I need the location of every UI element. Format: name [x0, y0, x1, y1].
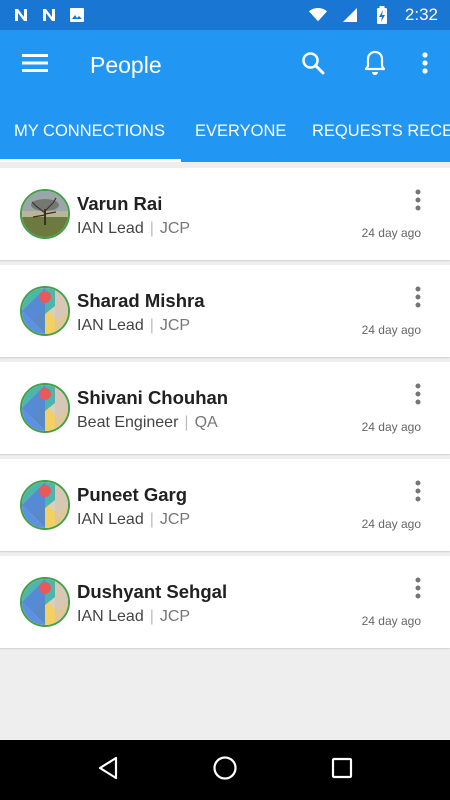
connection-org: JCP	[159, 317, 191, 334]
more-vert-icon	[415, 189, 421, 216]
tree-photo-avatar	[22, 191, 68, 237]
n-notification-icon	[12, 6, 30, 24]
card-menu-button[interactable]	[406, 188, 430, 216]
connection-details: IAN Lead | JCP	[77, 608, 190, 626]
separator: |	[149, 317, 154, 334]
back-button[interactable]	[83, 745, 133, 795]
connection-details: IAN Lead | JCP	[77, 220, 190, 238]
connection-role: IAN Lead	[77, 608, 144, 625]
back-triangle-icon	[97, 756, 119, 785]
connection-name: Varun Rai	[77, 193, 163, 214]
system-navigation-bar	[0, 740, 450, 800]
image-icon	[68, 6, 86, 24]
default-avatar-icon	[22, 385, 68, 431]
status-bar: 2:32	[0, 0, 450, 30]
tab-my-connections[interactable]: MY CONNECTIONS	[14, 100, 165, 162]
connection-org: JCP	[159, 511, 191, 528]
connection-org: JCP	[159, 608, 191, 625]
connection-time: 24 day ago	[361, 517, 421, 531]
battery-charging-icon	[373, 6, 391, 24]
more-vert-icon	[415, 286, 421, 313]
signal-icon	[341, 6, 359, 24]
more-vert-icon	[415, 480, 421, 507]
wifi-icon	[308, 6, 327, 24]
tab-everyone[interactable]: EVERYONE	[195, 100, 286, 162]
avatar	[20, 383, 70, 433]
status-time: 2:32	[404, 5, 438, 24]
tab-bar: MY CONNECTIONS EVERYONE REQUESTS RECEI	[0, 100, 450, 162]
default-avatar-icon	[22, 288, 68, 334]
search-button[interactable]	[282, 30, 344, 100]
app-bar: People	[0, 30, 450, 100]
avatar	[20, 480, 70, 530]
hamburger-menu-icon	[22, 53, 48, 78]
bell-icon	[363, 50, 387, 81]
menu-button[interactable]	[0, 30, 70, 100]
default-avatar-icon	[22, 482, 68, 528]
connection-role: IAN Lead	[77, 511, 144, 528]
more-vert-icon	[415, 577, 421, 604]
connection-card[interactable]: Varun Rai IAN Lead | JCP 24 day ago	[0, 168, 450, 260]
connection-role: IAN Lead	[77, 220, 144, 237]
card-menu-button[interactable]	[406, 479, 430, 507]
connection-org: QA	[194, 414, 218, 431]
separator: |	[184, 414, 189, 431]
connection-time: 24 day ago	[361, 614, 421, 628]
notifications-button[interactable]	[344, 30, 406, 100]
connection-card[interactable]: Puneet Garg IAN Lead | JCP 24 day ago	[0, 459, 450, 551]
n-notification-icon	[40, 6, 58, 24]
connection-org: JCP	[159, 220, 191, 237]
connection-details: IAN Lead | JCP	[77, 511, 190, 529]
connections-list: Varun Rai IAN Lead | JCP 24 day ago Shar…	[0, 162, 450, 648]
avatar	[20, 577, 70, 627]
overflow-menu-button[interactable]	[406, 30, 444, 100]
tab-requests-received[interactable]: REQUESTS RECEI	[312, 100, 450, 162]
page-title: People	[90, 51, 162, 78]
separator: |	[149, 608, 154, 625]
connection-card[interactable]: Dushyant Sehgal IAN Lead | JCP 24 day ago	[0, 556, 450, 648]
more-vert-icon	[415, 383, 421, 410]
more-vert-icon	[422, 51, 428, 79]
connection-card[interactable]: Shivani Chouhan Beat Engineer | QA 24 day …	[0, 362, 450, 454]
recents-button[interactable]	[317, 745, 367, 795]
connection-name: Puneet Garg	[77, 484, 187, 505]
connection-time: 24 day ago	[361, 226, 421, 240]
connection-name: Shivani Chouhan	[77, 387, 229, 408]
card-menu-button[interactable]	[406, 285, 430, 313]
connection-name: Dushyant Sehgal	[77, 581, 228, 602]
avatar	[20, 189, 70, 239]
connection-time: 24 day ago	[361, 323, 421, 337]
avatar	[20, 286, 70, 336]
home-button[interactable]	[200, 745, 250, 795]
connection-role: IAN Lead	[77, 317, 144, 334]
connection-name: Sharad Mishra	[77, 290, 205, 311]
connection-role: Beat Engineer	[77, 414, 179, 431]
connection-details: IAN Lead | JCP	[77, 317, 190, 335]
home-circle-icon	[212, 755, 238, 786]
recents-square-icon	[331, 757, 353, 784]
connection-details: Beat Engineer | QA	[77, 414, 218, 432]
default-avatar-icon	[22, 579, 68, 625]
connection-time: 24 day ago	[361, 420, 421, 434]
separator: |	[149, 220, 154, 237]
card-menu-button[interactable]	[406, 576, 430, 604]
connection-card[interactable]: Sharad Mishra IAN Lead | JCP 24 day ago	[0, 265, 450, 357]
separator: |	[149, 511, 154, 528]
card-menu-button[interactable]	[406, 382, 430, 410]
search-icon	[301, 51, 325, 80]
